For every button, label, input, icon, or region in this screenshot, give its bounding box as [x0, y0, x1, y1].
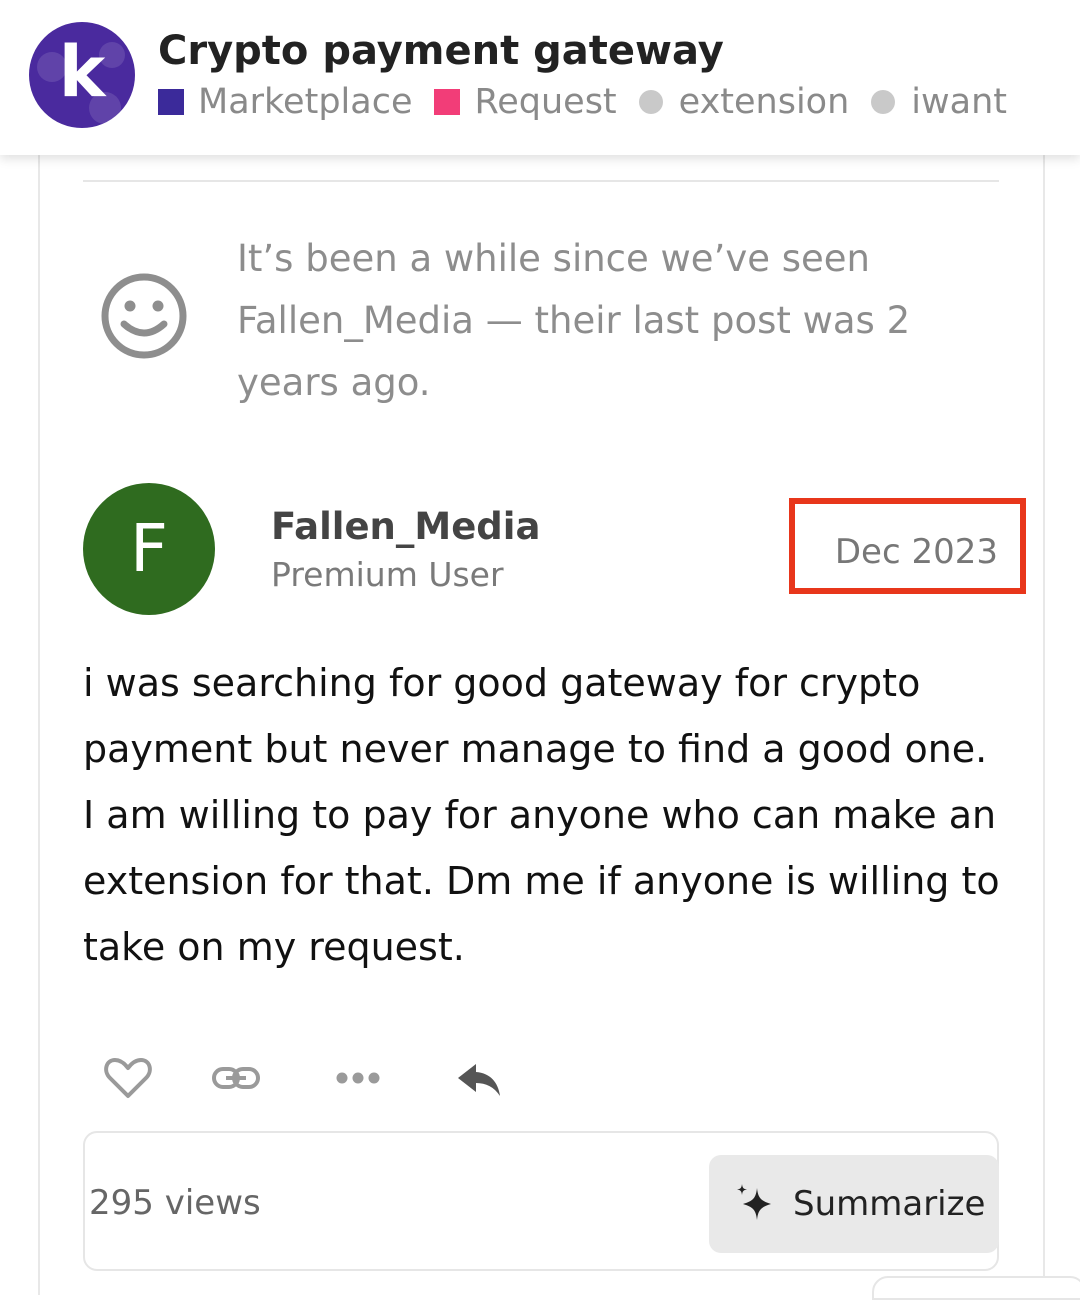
topic-header: k Crypto payment gateway Marketplace Req… — [0, 0, 1080, 155]
summarize-label: Summarize — [793, 1184, 986, 1224]
view-count: 295 views — [89, 1183, 261, 1223]
link-icon[interactable] — [208, 1050, 264, 1106]
post-date[interactable]: Dec 2023 — [835, 532, 998, 572]
topic-tags: Marketplace Request extension iwant — [158, 80, 1029, 124]
heart-icon[interactable] — [100, 1050, 156, 1106]
category-marketplace[interactable]: Marketplace — [158, 82, 412, 122]
category-label: Request — [474, 82, 617, 122]
reply-icon[interactable] — [452, 1050, 508, 1106]
smile-icon — [101, 273, 187, 359]
post-username[interactable]: Fallen_Media — [271, 505, 540, 548]
logo-letter: k — [58, 31, 106, 113]
category-badge-icon — [434, 89, 461, 115]
bottom-tab-edge — [872, 1276, 1080, 1300]
inactivity-notice: It’s been a while since we’ve seen Falle… — [237, 237, 911, 404]
category-badge-icon — [158, 89, 184, 115]
tag-iwant[interactable]: iwant — [871, 82, 1007, 122]
divider — [83, 180, 999, 182]
summarize-button[interactable]: Summarize — [709, 1155, 999, 1253]
post-date-highlight: Dec 2023 — [789, 498, 1026, 594]
tag-dot-icon — [871, 90, 896, 114]
category-label: Marketplace — [198, 82, 413, 122]
more-icon[interactable] — [330, 1050, 386, 1106]
site-logo[interactable]: k — [29, 22, 135, 128]
topic-footer: 295 views Summarize — [83, 1131, 999, 1271]
category-request[interactable]: Request — [434, 82, 617, 122]
user-title: Premium User — [271, 555, 504, 594]
post-body: i was searching for good gateway for cry… — [83, 661, 1000, 969]
sparkle-icon — [737, 1184, 771, 1220]
topic-title[interactable]: Crypto payment gateway — [158, 28, 724, 74]
tag-extension[interactable]: extension — [638, 82, 850, 122]
tag-label: extension — [678, 82, 850, 122]
avatar[interactable]: F — [83, 483, 215, 615]
tag-dot-icon — [638, 90, 663, 114]
tag-label: iwant — [911, 82, 1007, 122]
